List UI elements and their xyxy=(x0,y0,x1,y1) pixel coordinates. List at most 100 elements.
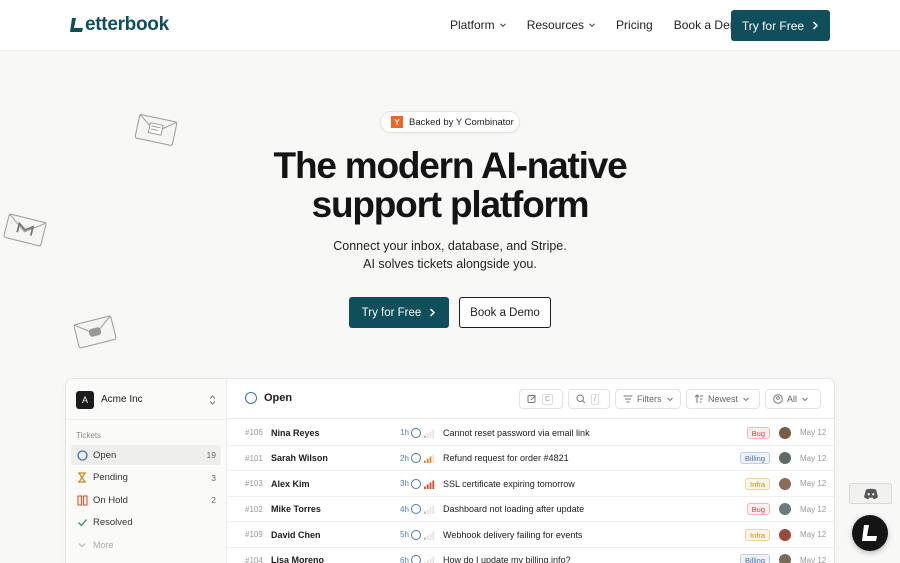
discord-envelope-icon xyxy=(73,315,117,349)
hero-subtitle: Connect your inbox, database, and Stripe… xyxy=(0,237,900,273)
compose-button[interactable]: C xyxy=(519,389,563,409)
tag-label: Infra xyxy=(744,528,770,541)
search-button[interactable]: / xyxy=(568,389,610,409)
ticket-row[interactable]: #109 David Chen 5h Webhook delivery fail… xyxy=(227,522,834,548)
sort-button[interactable]: Newest xyxy=(686,389,760,409)
ticket-tag[interactable]: Infra xyxy=(744,522,770,547)
ticket-row[interactable]: #101 Sarah Wilson 2h Refund request for … xyxy=(227,446,834,472)
nav-platform-label: Platform xyxy=(450,18,495,32)
discord-link-button[interactable] xyxy=(849,483,892,504)
ticket-age: 6h xyxy=(400,555,409,563)
sidebar-item-open[interactable]: Open 19 xyxy=(71,445,221,465)
view-title-text: Open xyxy=(264,392,293,404)
sidebar-item-count: 19 xyxy=(206,450,216,460)
letterbook-chat-icon xyxy=(862,525,877,541)
nav-try-free-button[interactable]: Try for Free xyxy=(731,10,830,41)
workspace-avatar: A xyxy=(76,390,94,409)
chat-widget-button[interactable] xyxy=(852,515,888,551)
pause-icon xyxy=(76,494,88,506)
check-icon xyxy=(76,517,88,529)
ticket-id: #103 xyxy=(245,479,263,489)
hero-subtitle-line-2: AI solves tickets alongside you. xyxy=(363,257,537,271)
view-title: Open xyxy=(245,392,292,404)
priority-bars-icon xyxy=(424,420,435,445)
ticket-age: 3h xyxy=(400,479,409,489)
ticket-tag[interactable]: Bug xyxy=(746,497,770,522)
nav-pricing-label: Pricing xyxy=(616,18,653,32)
nav-pricing[interactable]: Pricing xyxy=(616,18,653,32)
app-sidebar: A Acme Inc Tickets Open 19 Pending 3 On … xyxy=(66,379,227,563)
sidebar-item-resolved[interactable]: Resolved xyxy=(71,513,221,533)
hourglass-icon xyxy=(76,472,88,484)
compose-shortcut: C xyxy=(542,393,554,405)
ticket-subject: How do I update my billing info? xyxy=(443,555,571,563)
ticket-age: 1h xyxy=(400,428,409,437)
ticket-id: #109 xyxy=(245,530,263,540)
nav-platform[interactable]: Platform xyxy=(450,18,506,32)
sidebar-item-on-hold[interactable]: On Hold 2 xyxy=(71,490,221,510)
ticket-list-header: Open C / Filters Newest All xyxy=(227,379,834,419)
ticket-row[interactable]: #103 Alex Kim 3h SSL certificate expirin… xyxy=(227,471,834,497)
ticket-date: May 12 xyxy=(800,479,827,489)
chevron-down-icon xyxy=(666,397,673,401)
assignee-avatar xyxy=(779,420,791,445)
sidebar-item-pending[interactable]: Pending 3 xyxy=(71,468,221,488)
ticket-row[interactable]: #104 Lisa Moreno 6h How do I update my b… xyxy=(227,548,834,563)
app-preview: A Acme Inc Tickets Open 19 Pending 3 On … xyxy=(65,378,835,563)
ticket-tag[interactable]: Infra xyxy=(744,471,770,496)
nav-resources-label: Resources xyxy=(526,18,585,32)
chevron-right-icon xyxy=(430,308,436,317)
tag-label: Infra xyxy=(744,477,770,490)
priority-bars-icon xyxy=(424,471,435,496)
sidebar-divider xyxy=(66,419,227,420)
sort-label: Newest xyxy=(708,394,739,404)
search-shortcut: / xyxy=(591,393,599,405)
ticket-requester: Mike Torres xyxy=(271,504,321,515)
sidebar-list: Open 19 Pending 3 On Hold 2 Resolved Mor… xyxy=(71,445,221,558)
sort-icon xyxy=(694,394,703,403)
hero-try-free-button[interactable]: Try for Free xyxy=(349,297,449,328)
sidebar-item-label: Resolved xyxy=(93,517,133,528)
open-status-icon xyxy=(411,497,421,522)
open-status-icon xyxy=(411,420,421,445)
nav-resources[interactable]: Resources xyxy=(527,18,595,32)
workspace-name: Acme Inc xyxy=(101,394,143,405)
sidebar-heading: Tickets xyxy=(76,431,102,440)
ticket-row[interactable]: #102 Mike Torres 4h Dashboard not loadin… xyxy=(227,497,834,523)
ticket-date: May 12 xyxy=(800,453,827,463)
ticket-tag[interactable]: Billing xyxy=(739,548,770,563)
priority-bars-icon xyxy=(424,522,435,547)
sidebar-item-more[interactable]: More xyxy=(71,535,221,555)
assignee-avatar xyxy=(779,471,791,496)
ticket-tag[interactable]: Billing xyxy=(739,446,770,471)
ticket-date: May 12 xyxy=(800,530,827,540)
ticket-row[interactable]: #106 Nina Reyes 1h Cannot reset password… xyxy=(227,420,834,446)
sidebar-item-count: 2 xyxy=(211,495,216,505)
ticket-tag[interactable]: Bug xyxy=(746,420,770,445)
assignee-avatar xyxy=(779,522,791,547)
open-circle-icon xyxy=(245,392,257,404)
ticket-requester: Lisa Moreno xyxy=(271,555,325,563)
ticket-rows: #106 Nina Reyes 1h Cannot reset password… xyxy=(227,420,834,563)
yc-logo-icon: Y xyxy=(391,116,403,128)
yc-badge[interactable]: Y Backed by Y Combinator xyxy=(380,111,520,133)
open-status-icon xyxy=(411,548,421,563)
hero-title: The modern AI-native support platform xyxy=(0,146,900,224)
ticket-date: May 12 xyxy=(800,428,827,437)
assignee-filter-button[interactable]: All xyxy=(765,389,821,409)
ticket-age: 4h xyxy=(400,504,409,514)
tag-label: Bug xyxy=(746,426,770,439)
ticket-id: #102 xyxy=(245,504,263,514)
compose-icon xyxy=(527,395,536,403)
ticket-id: #101 xyxy=(245,453,263,463)
yc-badge-text: Backed by Y Combinator xyxy=(409,116,514,128)
ticket-subject: Cannot reset password via email link xyxy=(443,427,590,438)
sidebar-item-count: 3 xyxy=(211,472,216,483)
hero-book-demo-button[interactable]: Book a Demo xyxy=(459,297,551,328)
filters-button[interactable]: Filters xyxy=(615,389,681,409)
filters-label: Filters xyxy=(637,394,662,404)
letterbook-logo[interactable]: etterbook xyxy=(70,13,169,37)
ticket-subject: Webhook delivery failing for events xyxy=(443,529,583,540)
workspace-switcher[interactable]: A Acme Inc xyxy=(76,390,216,409)
open-status-icon xyxy=(411,522,421,547)
